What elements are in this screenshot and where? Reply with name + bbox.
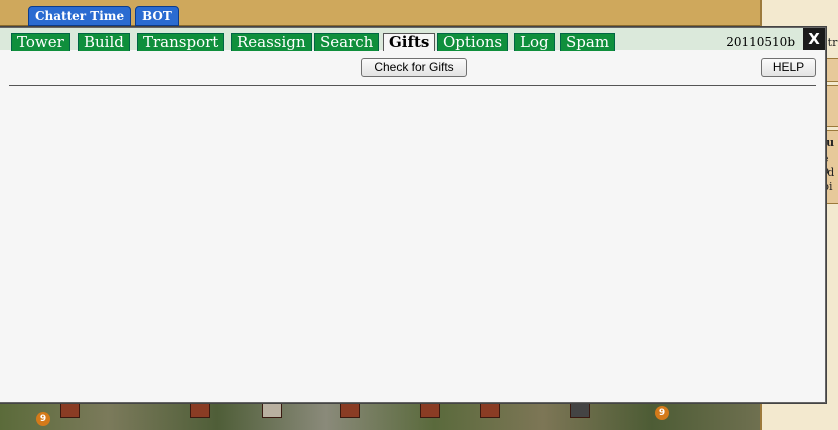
map-building: [340, 402, 360, 418]
tab-gifts[interactable]: Gifts: [383, 33, 436, 51]
close-button[interactable]: X: [803, 28, 825, 50]
version-label: 20110510b: [726, 35, 795, 49]
help-button[interactable]: HELP: [761, 58, 816, 77]
check-for-gifts-button[interactable]: Check for Gifts: [361, 58, 467, 77]
tab-search[interactable]: Search: [314, 33, 380, 51]
tab-transport[interactable]: Transport: [137, 33, 225, 51]
map-building: [190, 402, 210, 418]
map-building: [480, 402, 500, 418]
tab-build[interactable]: Build: [78, 33, 130, 51]
map-level-badge[interactable]: 9: [36, 412, 50, 426]
right-panel-box: [825, 58, 838, 82]
bot-tab[interactable]: BOT: [135, 6, 179, 26]
map-building: [570, 402, 590, 418]
tab-log[interactable]: Log: [514, 33, 555, 51]
map-building: [60, 402, 80, 418]
tab-tower[interactable]: Tower: [11, 33, 70, 51]
right-panel-box: [825, 85, 838, 127]
chatter-time-tab[interactable]: Chatter Time: [28, 6, 132, 26]
dialog-tab-bar: Tower Build Transport Reassign Search Gi…: [0, 28, 825, 51]
tab-reassign[interactable]: Reassign: [231, 33, 312, 51]
map-level-badge[interactable]: 9: [655, 406, 669, 420]
tab-options[interactable]: Options: [437, 33, 509, 51]
map-building: [420, 402, 440, 418]
content-divider: [9, 85, 816, 86]
gifts-dialog: Tower Build Transport Reassign Search Gi…: [0, 27, 826, 403]
map-building: [262, 402, 282, 418]
tab-spam[interactable]: Spam: [560, 33, 616, 51]
